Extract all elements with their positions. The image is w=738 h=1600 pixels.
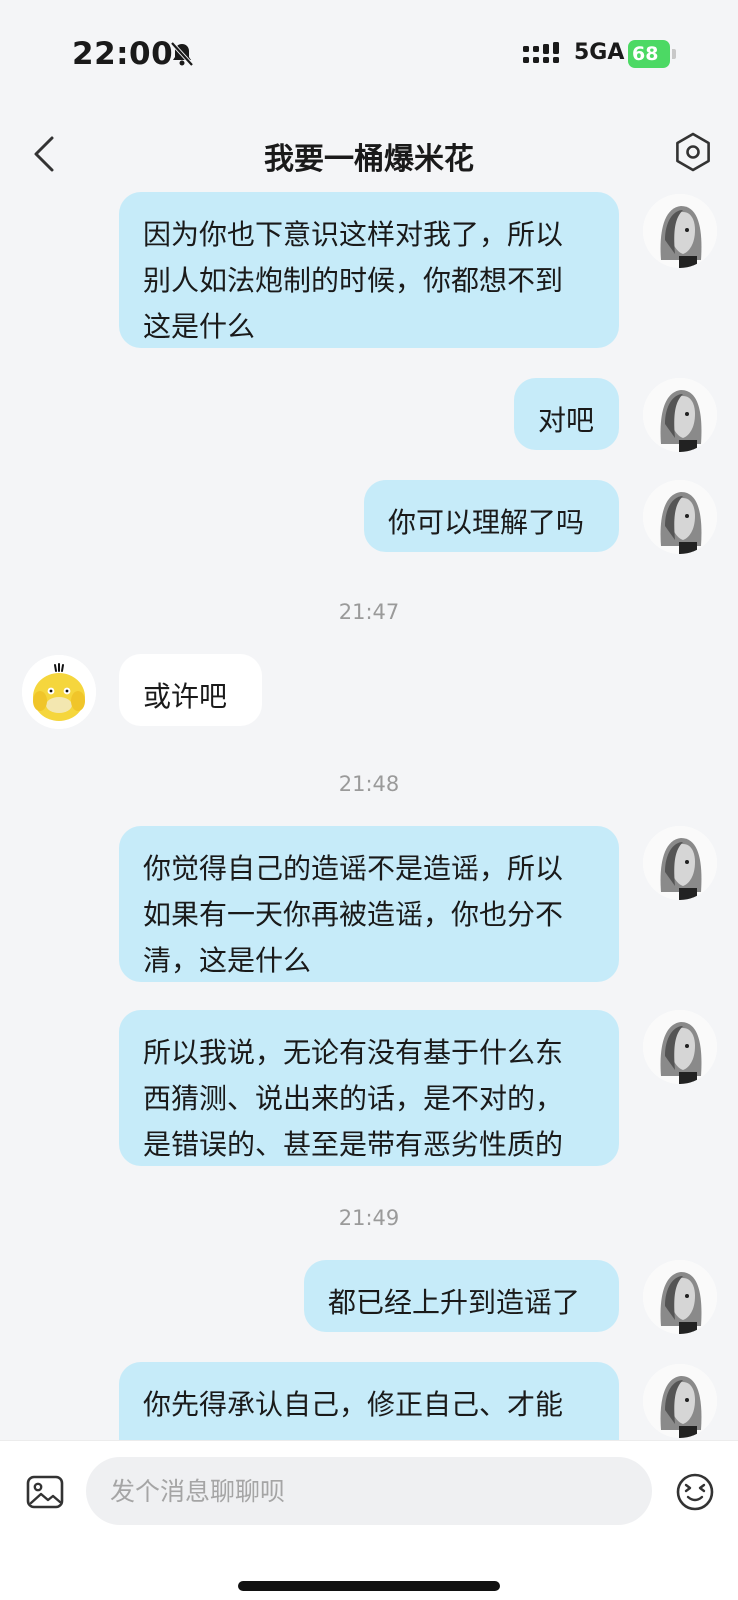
battery-level: 68 [628,40,670,68]
status-time: 22:00 [72,36,174,72]
settings-icon[interactable] [672,131,714,173]
message-bubble-outgoing[interactable]: 都已经上升到造谣了 [304,1260,619,1332]
signal-icon [523,42,559,63]
battery-tip [672,49,676,59]
my-avatar[interactable] [643,194,717,268]
portrait-avatar-icon [643,194,717,268]
chat-title: 我要一桶爆米花 [264,142,474,177]
portrait-avatar-icon [643,480,717,554]
my-avatar[interactable] [643,480,717,554]
portrait-avatar-icon [643,1010,717,1084]
message-input[interactable] [86,1457,652,1525]
message-line: 你可以理解了吗 [388,506,585,539]
message-line: 或许吧 [143,680,228,713]
my-avatar[interactable] [643,1010,717,1084]
battery-indicator: 68 [628,40,678,68]
message-timestamp: 21:49 [338,1206,400,1230]
message-line: 对吧 [538,404,595,437]
my-avatar[interactable] [643,1364,717,1438]
message-bubble-outgoing[interactable]: 因为你也下意识这样对我了，所以 别人如法炮制的时候，你都想不到 这是什么 [119,192,619,348]
message-bubble-outgoing[interactable]: 你先得承认自己，修正自己、才能 [119,1362,619,1440]
message-timestamp: 21:47 [338,600,400,624]
message-line: 因为你也下意识这样对我了，所以 [143,218,564,251]
message-line: 你觉得自己的造谣不是造谣，所以 [143,852,564,885]
status-bar: 22:00 5GA 68 [0,0,738,110]
message-bubble-incoming[interactable]: 或许吧 [119,654,262,726]
my-avatar[interactable] [643,826,717,900]
message-line: 是错误的、甚至是带有恶劣性质的 [143,1128,564,1161]
message-line: 都已经上升到造谣了 [328,1286,581,1319]
message-line: 西猜测、说出来的话，是不对的， [143,1082,564,1115]
message-bubble-outgoing[interactable]: 对吧 [514,378,619,450]
home-indicator[interactable] [238,1581,500,1591]
portrait-avatar-icon [643,1260,717,1334]
message-line: 清，这是什么 [143,944,312,977]
message-line: 所以我说，无论有没有基于什么东 [143,1036,564,1069]
message-line: 你先得承认自己，修正自己、才能 [143,1388,564,1421]
message-line: 这是什么 [143,310,256,343]
message-timestamp: 21:48 [338,772,400,796]
chat-header: 我要一桶爆米花 [0,118,738,192]
portrait-avatar-icon [643,1364,717,1438]
emoji-icon[interactable] [674,1471,716,1513]
message-line: 如果有一天你再被造谣，你也分不 [143,898,564,931]
network-type: 5GA [574,40,625,65]
yellow-duck-avatar-icon [22,655,96,729]
message-bubble-outgoing[interactable]: 所以我说，无论有没有基于什么东 西猜测、说出来的话，是不对的， 是错误的、甚至是… [119,1010,619,1166]
message-line: 别人如法炮制的时候，你都想不到 [143,264,564,297]
my-avatar[interactable] [643,1260,717,1334]
bell-muted-icon [170,41,194,67]
message-list[interactable]: 因为你也下意识这样对我了，所以 别人如法炮制的时候，你都想不到 这是什么 对吧 … [0,192,738,1440]
my-avatar[interactable] [643,378,717,452]
message-bubble-outgoing[interactable]: 你可以理解了吗 [364,480,619,552]
input-bar [0,1440,738,1600]
portrait-avatar-icon [643,826,717,900]
contact-avatar[interactable] [22,655,96,729]
portrait-avatar-icon [643,378,717,452]
message-bubble-outgoing[interactable]: 你觉得自己的造谣不是造谣，所以 如果有一天你再被造谣，你也分不 清，这是什么 [119,826,619,982]
image-picker-icon[interactable] [24,1471,66,1513]
